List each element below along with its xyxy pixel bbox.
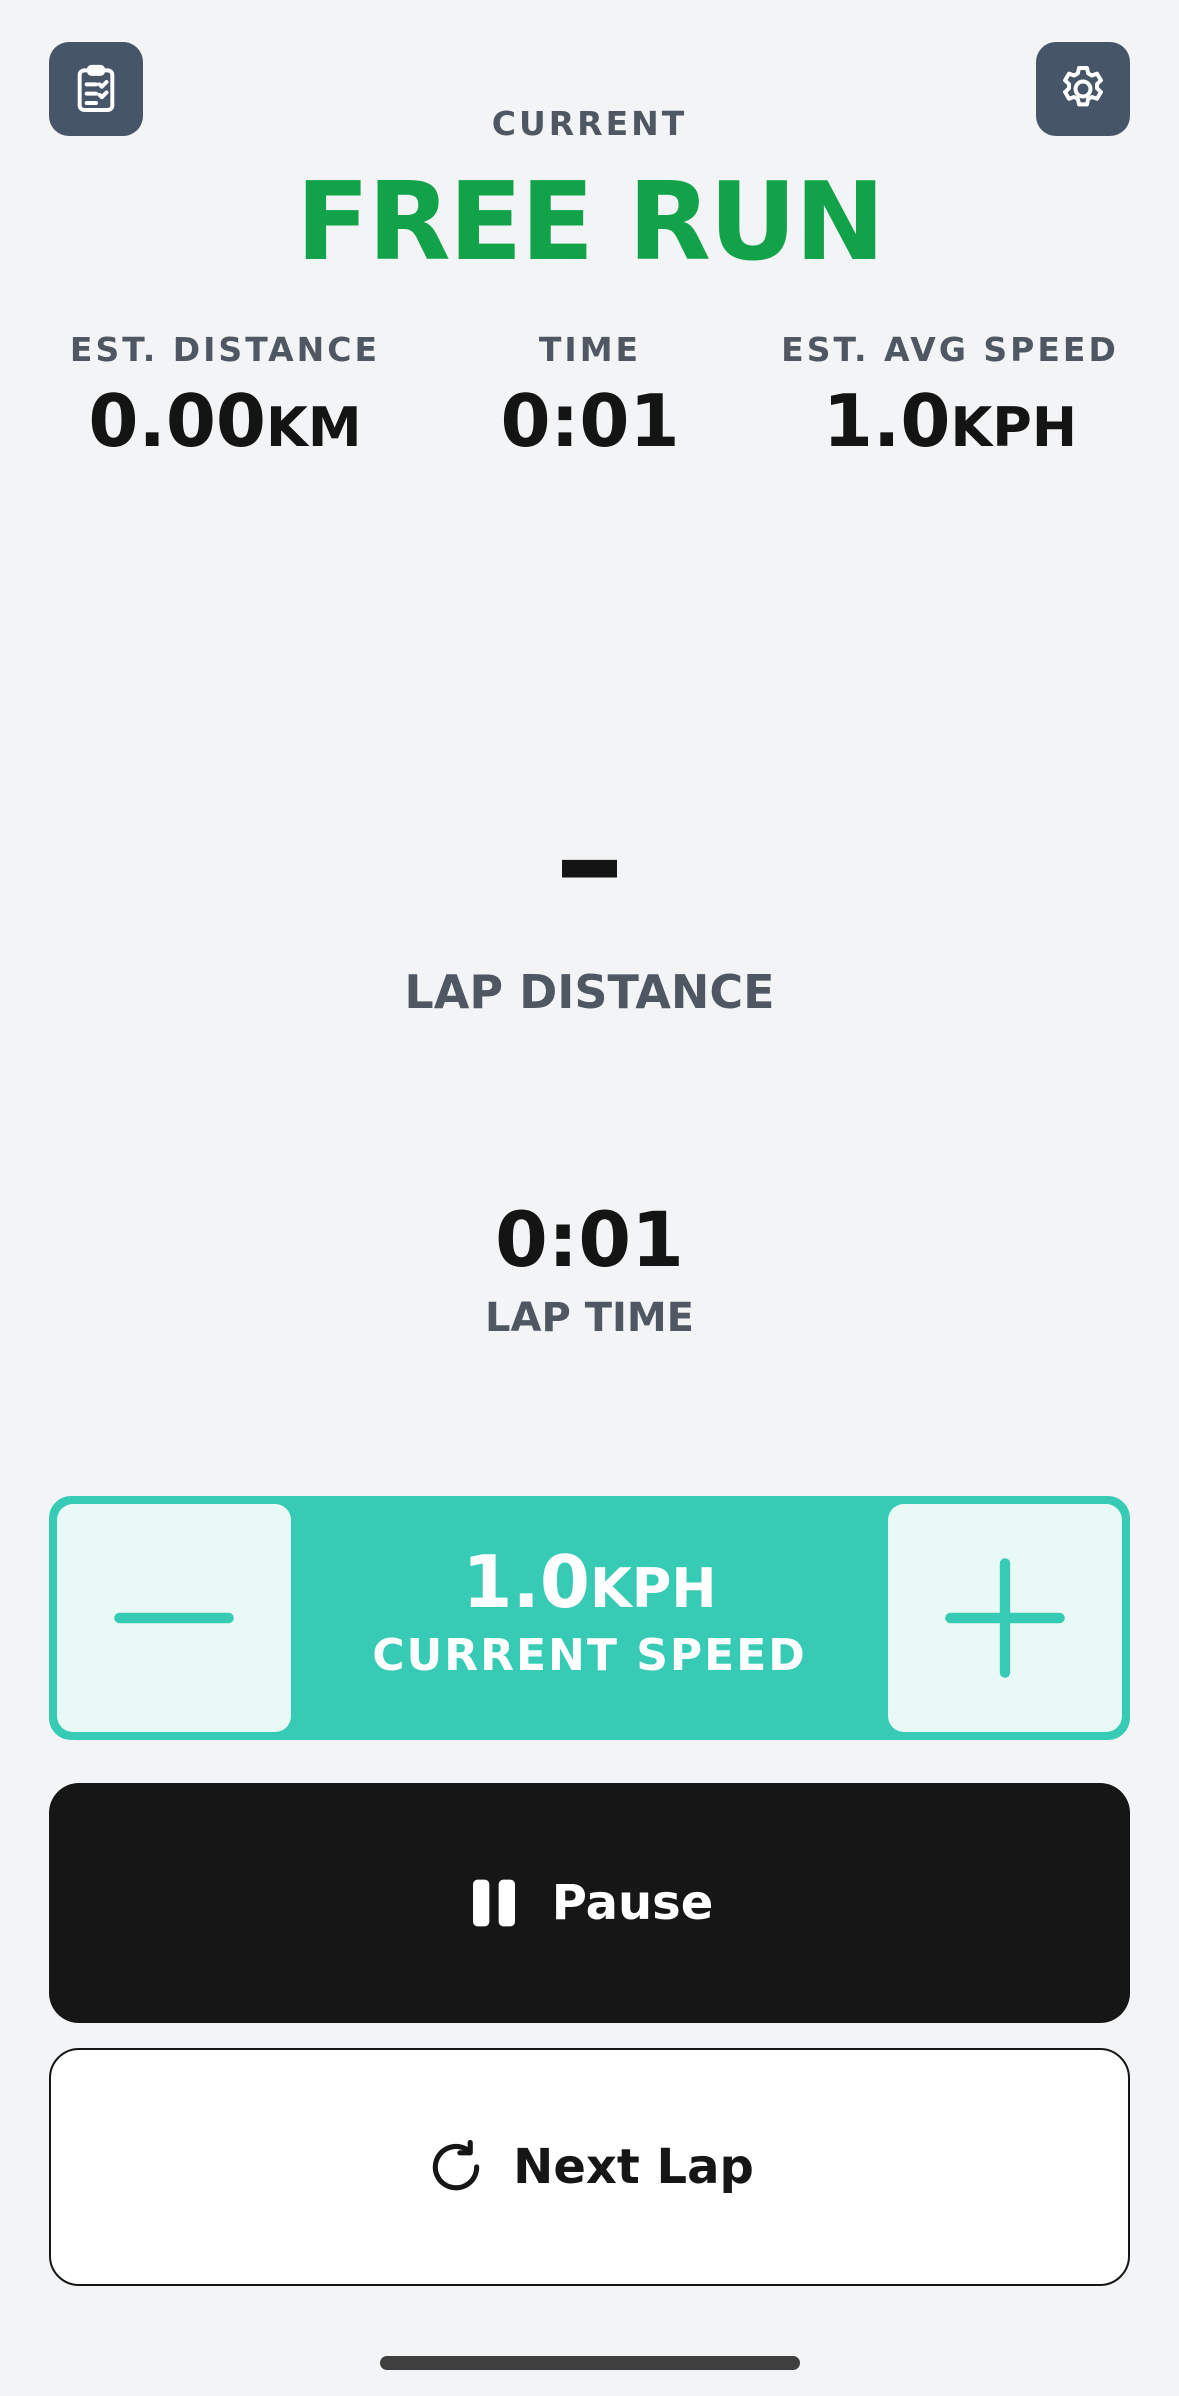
stat-distance-value: 0.00 [88, 379, 267, 463]
lap-time-value: 0:01 [494, 1195, 685, 1284]
stat-distance-value-group: 0.00KM [60, 379, 390, 463]
home-indicator[interactable] [380, 2356, 800, 2370]
stat-distance-label: EST. DISTANCE [69, 330, 381, 369]
stat-avg-speed-value-group: 1.0KPH [780, 379, 1120, 463]
pause-button-label: Pause [551, 1875, 714, 1931]
stats-row: EST. DISTANCE 0.00KM TIME 0:01 EST. AVG … [0, 330, 1179, 470]
current-speed-display: 1.0KPH CURRENT SPEED [293, 1500, 886, 1736]
stat-avg-speed-label: EST. AVG SPEED [781, 330, 1119, 369]
current-speed-label: CURRENT SPEED [372, 1630, 807, 1681]
increase-speed-button[interactable] [888, 1504, 1122, 1732]
stat-time-value: 0:01 [500, 379, 680, 463]
plus-icon [945, 1558, 1065, 1678]
current-mode-label: CURRENT [491, 104, 688, 143]
lap-distance-value: – [554, 778, 625, 941]
stat-distance: EST. DISTANCE 0.00KM [60, 330, 390, 463]
decrease-speed-button[interactable] [57, 1504, 291, 1732]
pause-icon [472, 1879, 515, 1927]
current-speed-value: 1.0 [462, 1540, 590, 1624]
next-lap-button-label: Next Lap [513, 2139, 754, 2195]
stat-avg-speed-unit: KPH [950, 396, 1078, 459]
next-lap-button[interactable]: Next Lap [49, 2048, 1130, 2286]
stat-distance-unit: KM [266, 396, 362, 459]
stat-avg-speed: EST. AVG SPEED 1.0KPH [780, 330, 1120, 463]
refresh-icon [432, 2139, 480, 2191]
mode-title: FREE RUN [295, 160, 885, 285]
pause-button[interactable]: Pause [49, 1783, 1130, 2023]
stat-time-label: TIME [538, 330, 642, 369]
speed-control: 1.0KPH CURRENT SPEED [49, 1496, 1130, 1740]
stat-avg-speed-value: 1.0 [822, 379, 951, 463]
lap-time-label: LAP TIME [485, 1295, 694, 1341]
stat-time: TIME 0:01 [440, 330, 740, 463]
lap-distance-label: LAP DISTANCE [404, 965, 775, 1019]
minus-icon [114, 1612, 234, 1624]
current-speed-value-group: 1.0KPH [293, 1540, 886, 1624]
current-speed-unit: KPH [589, 1557, 717, 1620]
